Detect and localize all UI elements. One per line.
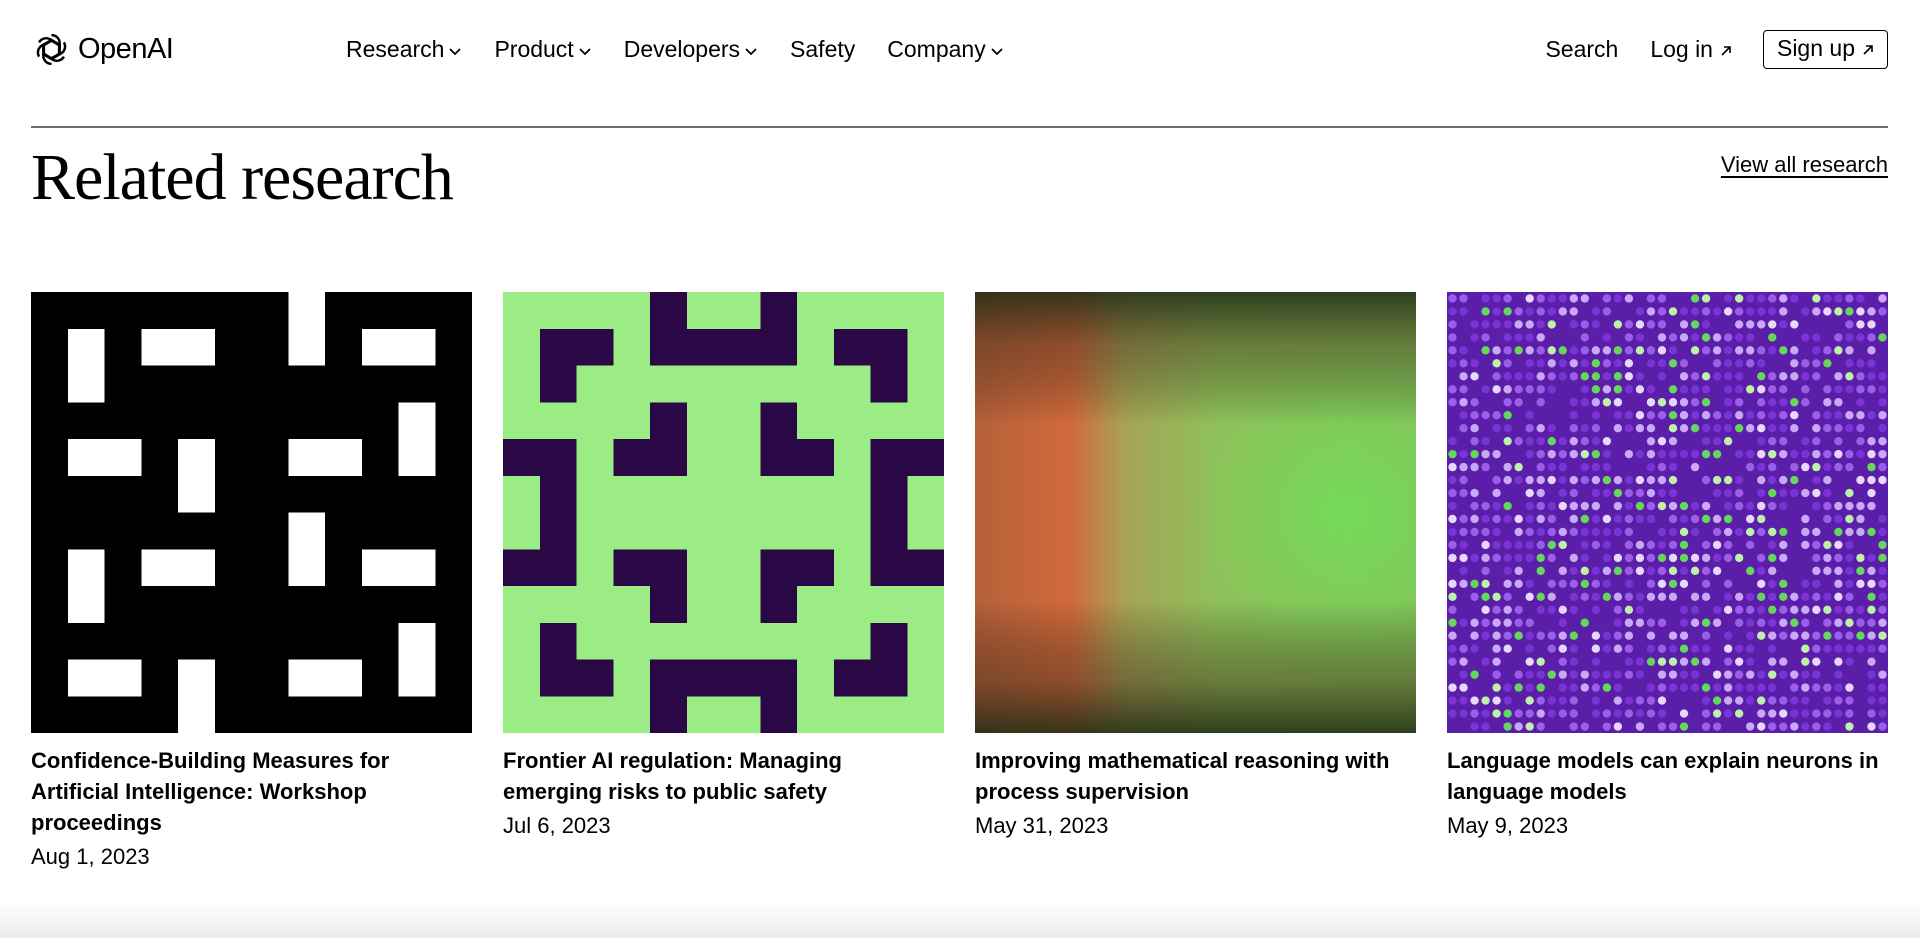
card-thumbnail [1447, 292, 1888, 733]
card-title: Frontier AI regulation: Managing emergin… [503, 748, 842, 804]
card-title: Confidence-Building Measures for Artific… [31, 748, 390, 835]
chevron-down-icon [449, 47, 462, 55]
top-header: OpenAI Research Product Developers Safet… [0, 0, 1920, 104]
arrow-up-right-icon [1863, 45, 1873, 55]
card-thumbnail [31, 292, 472, 733]
page: OpenAI Research Product Developers Safet… [0, 0, 1920, 938]
nav-research[interactable]: Research [346, 36, 462, 63]
chevron-down-icon [579, 47, 591, 55]
section-title: Related research [31, 141, 454, 214]
login-label: Log in [1650, 36, 1713, 62]
arrow-up-right-icon [1721, 46, 1731, 56]
research-card[interactable]: Improving mathematical reasoning with pr… [975, 292, 1416, 872]
view-all-research-link[interactable]: View all research [1721, 152, 1888, 178]
research-card[interactable]: Confidence-Building Measures for Artific… [31, 292, 472, 872]
nav-product[interactable]: Product [494, 36, 591, 63]
signup-button[interactable]: Sign up [1762, 30, 1888, 69]
research-cards: Confidence-Building Measures for Artific… [31, 292, 1888, 872]
card-thumbnail [975, 292, 1416, 733]
card-title: Improving mathematical reasoning with pr… [975, 748, 1390, 804]
nav-developers[interactable]: Developers [624, 36, 758, 63]
nav-product-label: Product [494, 36, 574, 62]
chevron-down-icon [745, 47, 757, 55]
nav-company[interactable]: Company [887, 36, 1003, 63]
nav-research-label: Research [346, 36, 445, 62]
nav-safety-label: Safety [790, 36, 856, 62]
nav-company-label: Company [887, 36, 986, 62]
logo-text: OpenAI [78, 33, 174, 65]
card-thumbnail [503, 292, 944, 733]
card-date: Aug 1, 2023 [31, 844, 150, 869]
openai-logo-icon [33, 33, 70, 66]
card-title: Language models can explain neurons in l… [1447, 748, 1879, 804]
header-actions: Search Log in Sign up [1545, 30, 1888, 69]
bottom-shade [0, 902, 1920, 938]
chevron-down-icon [991, 47, 1003, 55]
card-date: Jul 6, 2023 [503, 813, 611, 838]
research-card[interactable]: Frontier AI regulation: Managing emergin… [503, 292, 944, 872]
research-card[interactable]: Language models can explain neurons in l… [1447, 292, 1888, 872]
card-date: May 9, 2023 [1447, 813, 1569, 838]
section-divider [31, 126, 1888, 128]
nav-safety[interactable]: Safety [790, 36, 855, 63]
login-link[interactable]: Log in [1650, 36, 1733, 63]
card-date: May 31, 2023 [975, 813, 1109, 838]
main-nav: Research Product Developers Safety Compa… [346, 36, 1036, 63]
search-link[interactable]: Search [1545, 36, 1618, 63]
openai-logo[interactable]: OpenAI [31, 29, 174, 70]
signup-label: Sign up [1776, 35, 1855, 61]
nav-developers-label: Developers [623, 36, 741, 62]
